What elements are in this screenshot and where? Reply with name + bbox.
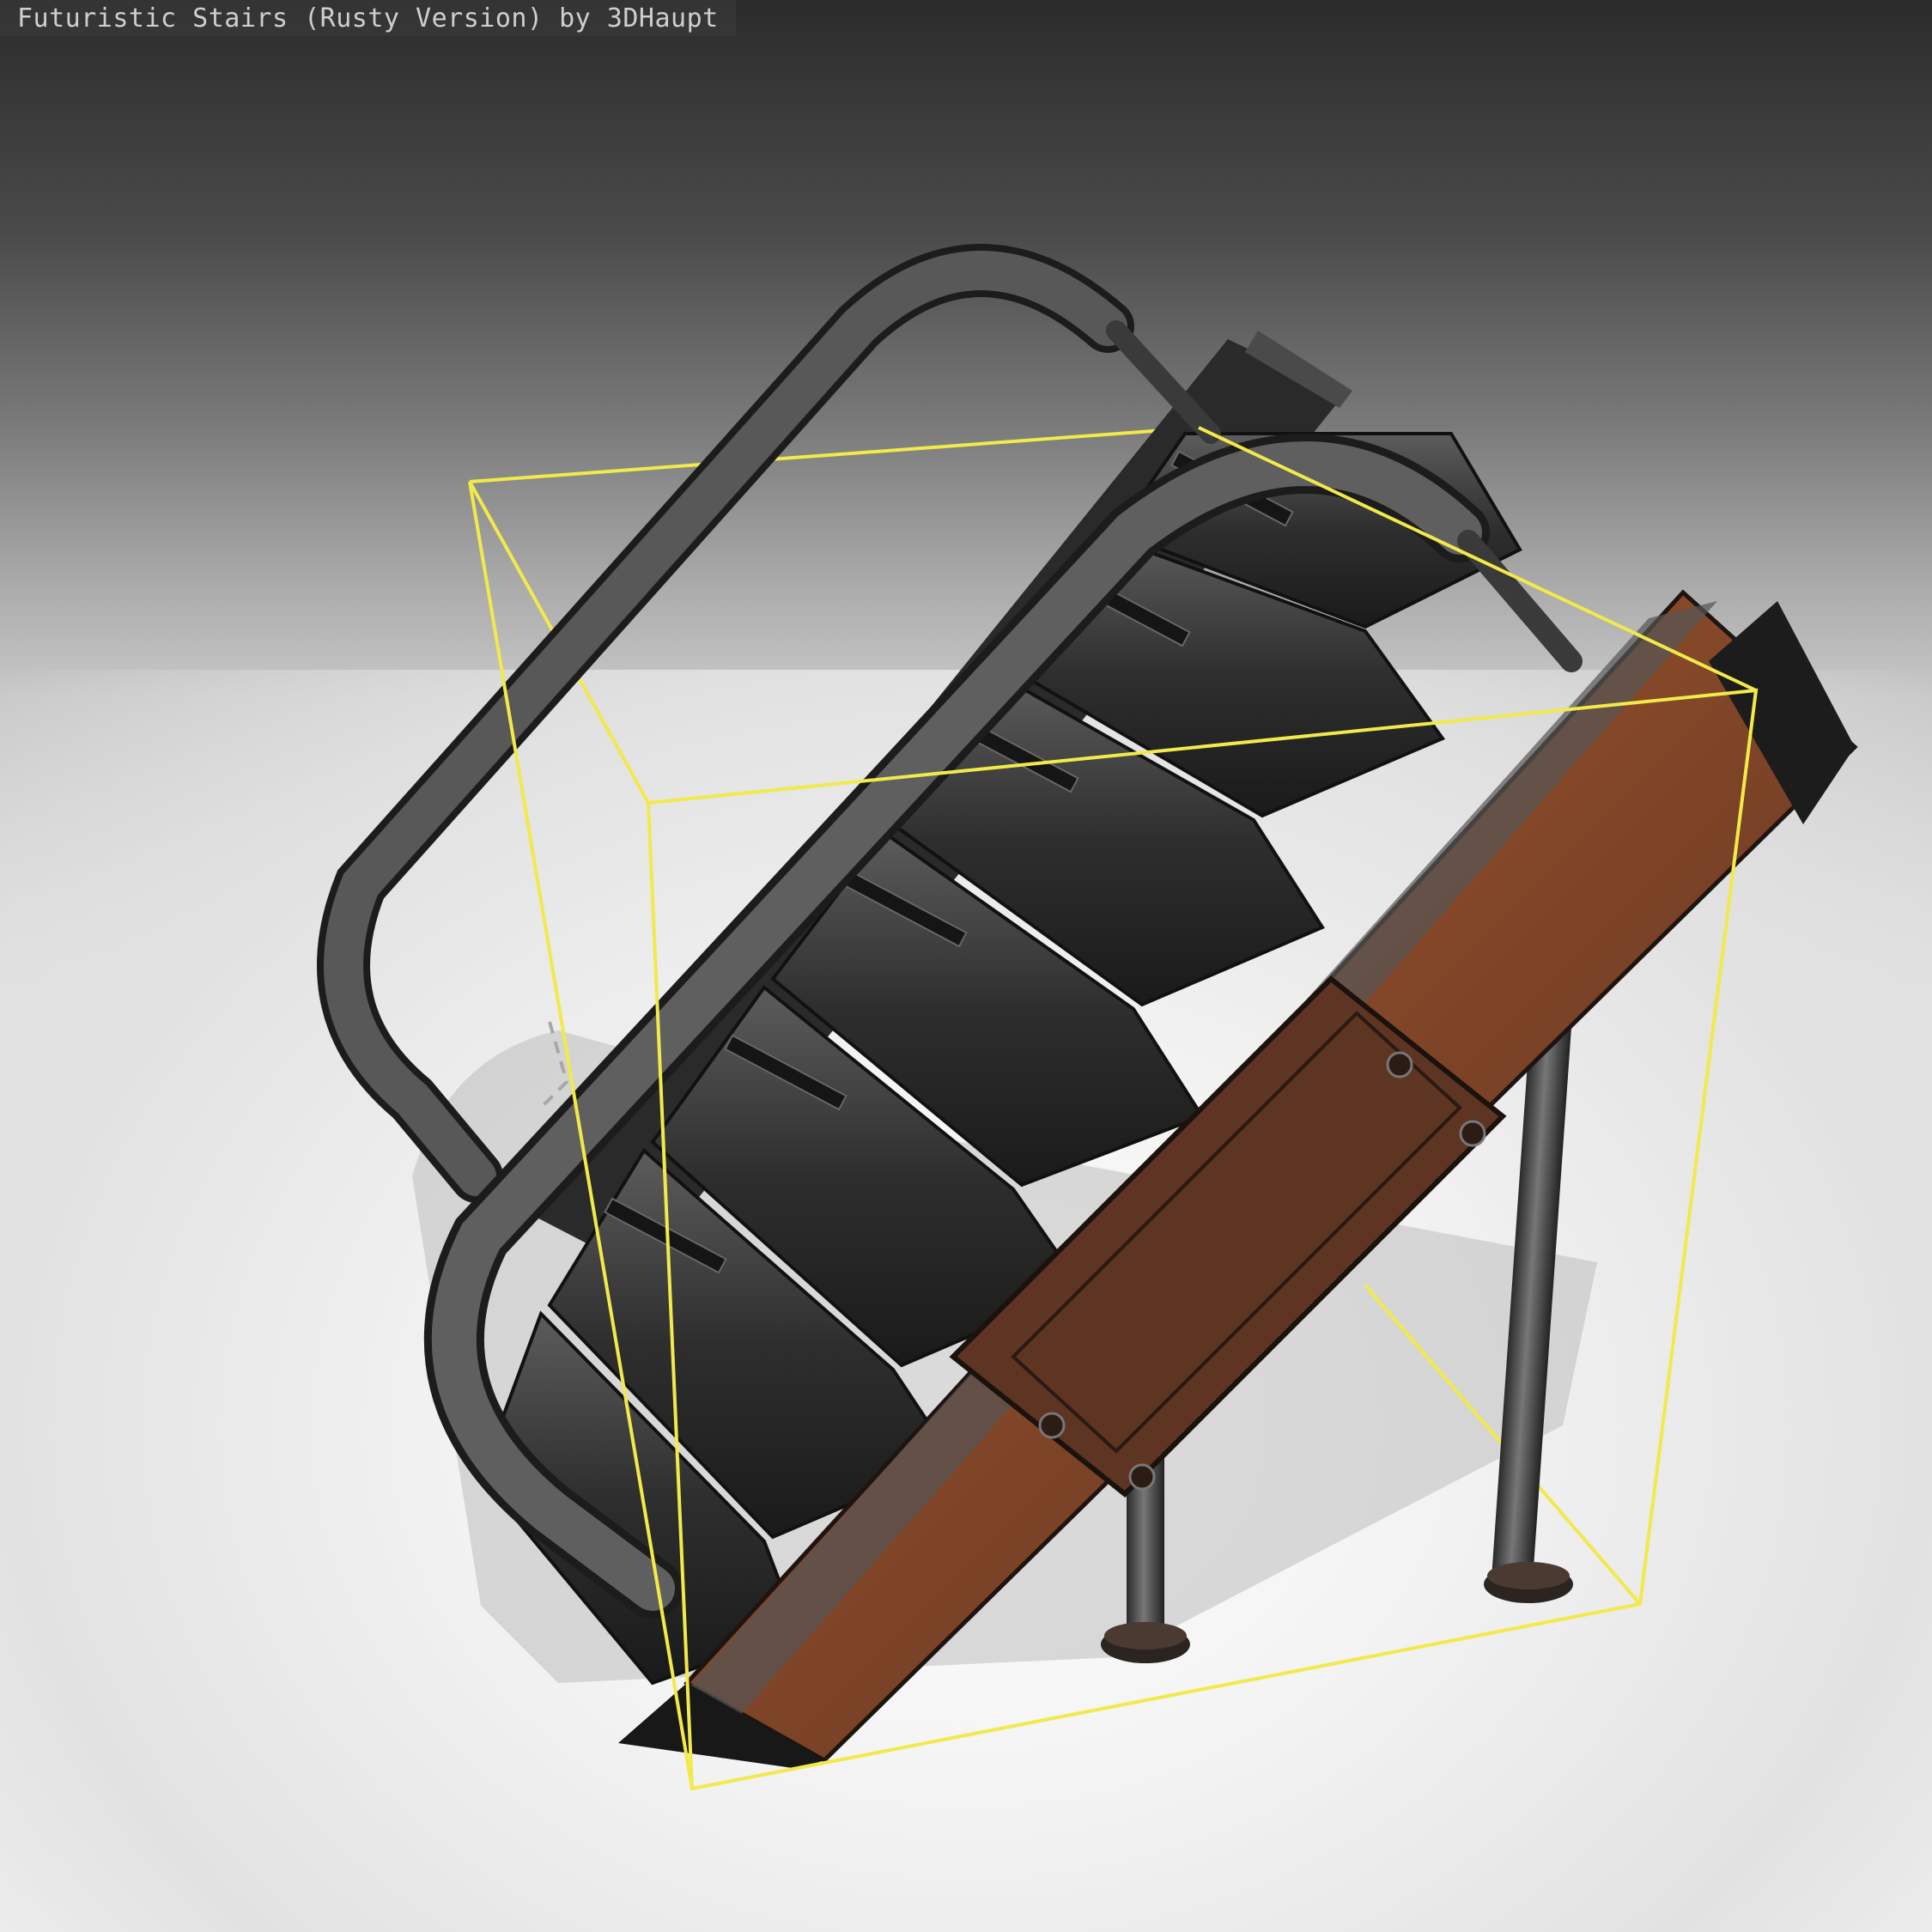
3d-viewport[interactable] <box>0 0 1932 1932</box>
